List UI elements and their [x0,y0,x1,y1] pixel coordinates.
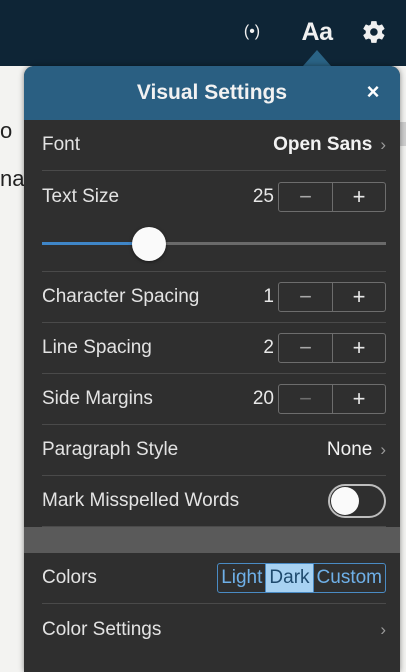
panel-title: Visual Settings [136,81,288,104]
chevron-right-icon: › [380,135,386,154]
character-spacing-row: Character Spacing 1 − + [42,272,386,323]
side-margins-stepper: − + [278,384,386,414]
text-size-decrease-button[interactable]: − [279,183,332,211]
text-size-label: Text Size [42,186,120,207]
background-text: na [0,166,25,191]
colors-row: Colors Light Dark Custom [42,553,386,604]
text-size-value: 25 [252,186,274,207]
line-spacing-value: 2 [263,337,274,358]
toggle-knob [331,487,359,515]
paragraph-style-value: None [326,439,373,460]
font-row[interactable]: Font Open Sans › [42,120,386,171]
paragraph-style-label: Paragraph Style [42,439,179,460]
color-option-custom[interactable]: Custom [312,564,385,592]
line-spacing-decrease-button[interactable]: − [279,334,332,362]
text-size-increase-button[interactable]: + [332,183,385,211]
side-margins-value: 20 [252,388,274,409]
line-spacing-label: Line Spacing [42,337,152,358]
line-spacing-increase-button[interactable]: + [332,334,385,362]
side-margins-label: Side Margins [42,388,153,409]
mark-misspelled-label: Mark Misspelled Words [42,490,240,511]
mark-misspelled-row: Mark Misspelled Words [42,476,386,527]
font-label: Font [42,134,81,155]
close-icon[interactable]: × [360,79,386,105]
character-spacing-increase-button[interactable]: + [332,283,385,311]
broadcast-icon[interactable]: (•) [232,14,272,50]
colors-label: Colors [42,567,97,588]
character-spacing-stepper: − + [278,282,386,312]
line-spacing-row: Line Spacing 2 − + [42,323,386,374]
visual-settings-panel: Visual Settings × Font Open Sans › Text … [24,66,400,672]
chevron-right-icon: › [380,440,386,459]
character-spacing-label: Character Spacing [42,286,200,307]
background-text: o [0,118,13,143]
slider-thumb[interactable] [131,227,166,261]
popover-caret [303,50,331,66]
section-divider [24,527,400,553]
color-settings-row[interactable]: Color Settings › [42,604,386,655]
side-margins-decrease-button[interactable]: − [279,385,332,413]
text-size-stepper: − + [278,182,386,212]
color-option-dark[interactable]: Dark [265,564,313,592]
mark-misspelled-toggle[interactable] [328,484,386,518]
color-settings-label: Color Settings [42,618,162,640]
top-toolbar: (•) Aa [0,0,406,66]
side-margins-increase-button[interactable]: + [332,385,385,413]
gear-icon[interactable] [356,14,392,50]
text-size-slider[interactable] [42,223,386,263]
font-value: Open Sans [273,134,373,155]
text-size-row: Text Size 25 − + [42,171,386,272]
panel-header: Visual Settings × [24,66,400,120]
character-spacing-decrease-button[interactable]: − [279,283,332,311]
character-spacing-value: 1 [263,286,274,307]
line-spacing-stepper: − + [278,333,386,363]
text-settings-button[interactable]: Aa [292,14,342,50]
paragraph-style-row[interactable]: Paragraph Style None › [42,425,386,476]
color-option-light[interactable]: Light [218,564,265,592]
chevron-right-icon: › [380,619,386,639]
side-margins-row: Side Margins 20 − + [42,374,386,425]
colors-segmented-control: Light Dark Custom [217,563,386,593]
